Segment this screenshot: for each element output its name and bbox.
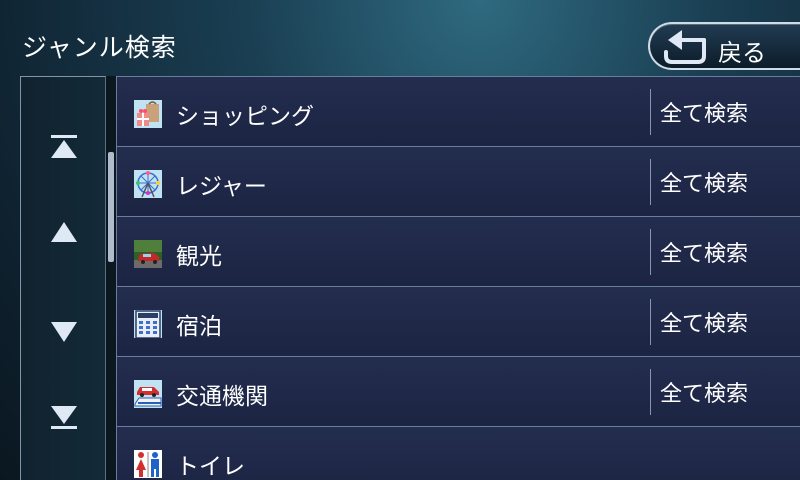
divider [650,89,651,135]
divider [650,229,651,275]
search-all-button[interactable]: 全て検索 [660,77,800,147]
leisure-ferris-wheel-icon [134,170,162,198]
list-item-lodging[interactable]: 宿泊 全て検索 [116,286,800,356]
divider [650,299,651,345]
list-item-transportation[interactable]: 交通機関 全て検索 [116,356,800,426]
list-item-label: レジャー [176,174,267,200]
page-up-icon [51,222,77,242]
skip-to-bottom-button[interactable] [21,387,107,447]
back-button[interactable]: 戻る [648,22,800,70]
genre-list: ショッピング 全て検索 レジャー 全て検索 観光 全て検索 宿泊 全て検索 交通… [116,76,800,480]
restroom-icon [134,450,162,478]
search-all-button[interactable]: 全て検索 [660,287,800,357]
transportation-icon [134,380,162,408]
search-all-button[interactable]: 全て検索 [660,217,800,287]
divider [650,159,651,205]
list-item-shopping[interactable]: ショッピング 全て検索 [116,76,800,146]
page-title: ジャンル検索 [22,33,177,62]
sightseeing-car-icon [134,240,162,268]
skip-to-top-button[interactable] [21,117,107,177]
skip-to-bottom-icon [51,406,77,429]
list-item-label: 宿泊 [176,314,222,340]
page-up-button[interactable] [21,202,107,262]
search-all-button[interactable]: 全て検索 [660,357,800,427]
list-item-label: 観光 [176,244,222,270]
page-down-icon [51,322,77,342]
page-down-button[interactable] [21,302,107,362]
list-item-label: 交通機関 [176,384,268,410]
list-item-label: ショッピング [176,104,314,130]
list-item-leisure[interactable]: レジャー 全て検索 [116,146,800,216]
divider [650,369,651,415]
search-all-button[interactable]: 全て検索 [660,147,800,217]
list-item-label: トイレ [176,454,245,480]
hotel-icon [134,310,162,338]
scrollbar-track[interactable] [106,76,116,480]
page-navigation-panel [20,76,106,480]
list-item-sightseeing[interactable]: 観光 全て検索 [116,216,800,286]
list-item-restroom[interactable]: トイレ [116,426,800,480]
scrollbar-thumb[interactable] [108,152,114,262]
back-button-label: 戻る [718,39,766,67]
shopping-icon [134,100,162,128]
return-arrow-icon [664,30,706,64]
skip-to-top-icon [51,135,77,158]
